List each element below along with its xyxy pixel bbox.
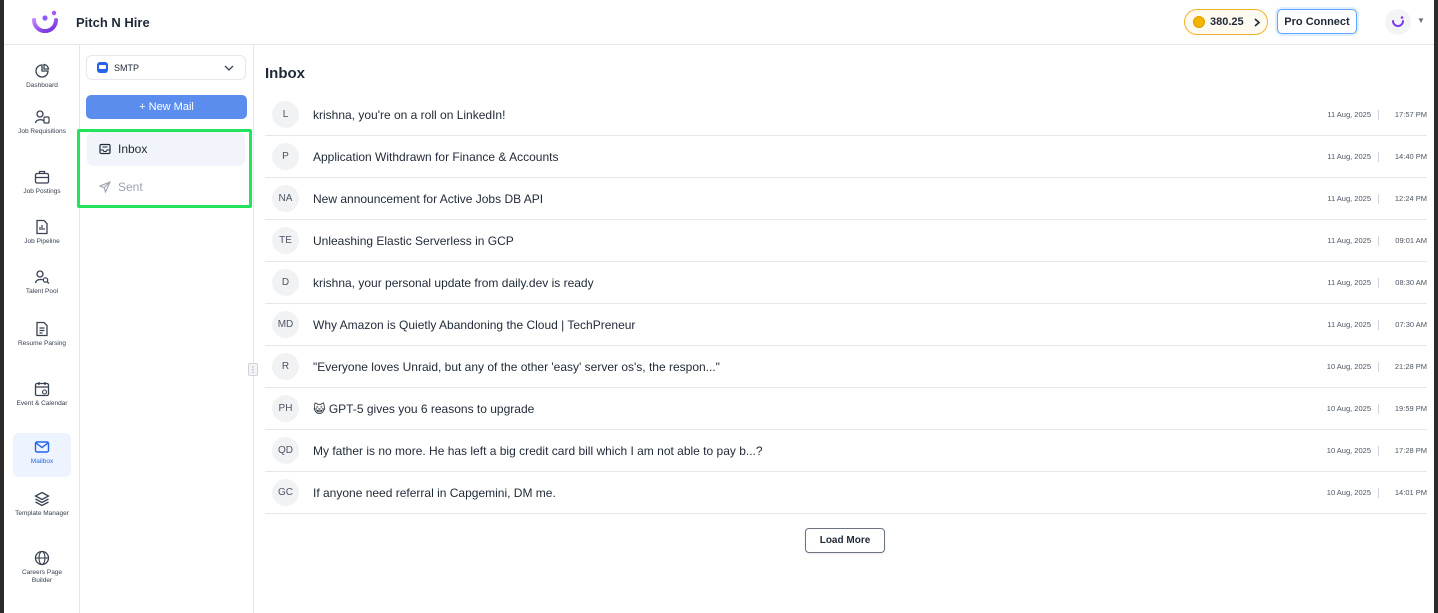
pie-chart-icon <box>35 63 50 78</box>
coins-balance-button[interactable]: 380.25 <box>1184 9 1268 35</box>
mail-date: 10 Aug, 2025 <box>1327 404 1379 414</box>
mail-subject: krishna, you're on a roll on LinkedIn! <box>313 108 506 122</box>
window-frame-right <box>1434 0 1438 613</box>
mail-subject: Unleashing Elastic Serverless in GCP <box>313 234 514 248</box>
sender-avatar: R <box>272 353 299 380</box>
mail-row[interactable]: L krishna, you're on a roll on LinkedIn!… <box>265 94 1427 136</box>
account-select[interactable]: SMTP <box>86 55 246 80</box>
nav-resume-parsing[interactable]: Resume Parsing <box>13 321 71 348</box>
pro-connect-button[interactable]: Pro Connect <box>1277 9 1357 34</box>
pipeline-icon <box>36 219 48 235</box>
page-title: Inbox <box>265 65 305 82</box>
mail-row[interactable]: TE Unleashing Elastic Serverless in GCP … <box>265 220 1427 262</box>
coins-value: 380.25 <box>1210 16 1244 28</box>
mail-subject: "Everyone loves Unraid, but any of the o… <box>313 360 720 374</box>
mail-time: 17:28 PM <box>1394 446 1427 455</box>
nav-mailbox[interactable]: Mailbox <box>13 433 71 477</box>
load-more-button[interactable]: Load More <box>805 528 885 553</box>
mail-date: 10 Aug, 2025 <box>1327 446 1379 456</box>
caret-down-icon[interactable]: ▼ <box>1417 16 1425 25</box>
document-icon <box>36 321 48 337</box>
mail-row[interactable]: NA New announcement for Active Jobs DB A… <box>265 178 1427 220</box>
mail-time: 21:28 PM <box>1394 362 1427 371</box>
nav-careers-page-builder[interactable]: Careers Page Builder <box>13 550 71 585</box>
avatar-logo-icon <box>1392 16 1404 27</box>
mail-date: 11 Aug, 2025 <box>1327 110 1379 120</box>
mail-date: 11 Aug, 2025 <box>1327 194 1379 204</box>
nav-event-calendar[interactable]: Event & Calendar <box>13 381 71 408</box>
sender-avatar: L <box>272 101 299 128</box>
mail-date: 10 Aug, 2025 <box>1327 488 1379 498</box>
mail-time: 14:01 PM <box>1394 488 1427 497</box>
mail-time: 09:01 AM <box>1395 236 1427 245</box>
briefcase-icon <box>34 170 50 184</box>
calendar-icon <box>34 382 50 397</box>
layers-icon <box>34 491 50 507</box>
account-select-value: SMTP <box>114 62 140 73</box>
globe-icon <box>34 550 50 566</box>
app-logo-icon <box>32 10 58 33</box>
sender-avatar: D <box>272 269 299 296</box>
user-doc-icon <box>34 110 50 124</box>
smtp-account-icon <box>97 62 108 73</box>
user-avatar-button[interactable] <box>1385 9 1411 35</box>
nav-talent-pool[interactable]: Talent Pool <box>13 269 71 296</box>
mail-time: 08:30 AM <box>1395 278 1427 287</box>
chevron-down-icon <box>224 65 234 71</box>
nav-template-manager[interactable]: Template Manager <box>13 491 71 518</box>
coin-icon <box>1193 16 1205 28</box>
mail-subject: Why Amazon is Quietly Abandoning the Clo… <box>313 318 636 332</box>
mail-subject: New announcement for Active Jobs DB API <box>313 192 544 206</box>
sender-avatar: P <box>272 143 299 170</box>
sender-avatar: MD <box>272 311 299 338</box>
user-search-icon <box>34 270 50 285</box>
mail-date: 10 Aug, 2025 <box>1327 362 1379 372</box>
mail-list: L krishna, you're on a roll on LinkedIn!… <box>265 94 1427 514</box>
mail-row[interactable]: MD Why Amazon is Quietly Abandoning the … <box>265 304 1427 346</box>
mail-time: 07:30 AM <box>1395 320 1427 329</box>
chevron-right-icon <box>1254 17 1260 27</box>
folder-pane: SMTP + New Mail Inbox Sent <box>77 45 254 613</box>
mail-row[interactable]: PH 😺 GPT-5 gives you 6 reasons to upgrad… <box>265 388 1427 430</box>
mail-time: 12:24 PM <box>1394 194 1427 203</box>
folder-highlight-box <box>77 129 252 208</box>
mail-date: 11 Aug, 2025 <box>1327 278 1379 288</box>
mail-date: 11 Aug, 2025 <box>1327 152 1379 162</box>
sender-avatar: TE <box>272 227 299 254</box>
nav-job-requisitions[interactable]: Job Requisitions <box>13 109 71 136</box>
app-title: Pitch N Hire <box>76 15 150 30</box>
nav-job-pipeline[interactable]: Job Pipeline <box>13 219 71 246</box>
nav-dashboard[interactable]: Dashboard <box>13 63 71 90</box>
sender-avatar: PH <box>272 395 299 422</box>
sender-avatar: NA <box>272 185 299 212</box>
mail-subject: 😺 GPT-5 gives you 6 reasons to upgrade <box>313 402 535 416</box>
mail-time: 14:40 PM <box>1394 152 1427 161</box>
mail-time: 19:59 PM <box>1394 404 1427 413</box>
nav-job-postings[interactable]: Job Postings <box>13 169 71 196</box>
mail-date: 11 Aug, 2025 <box>1327 236 1379 246</box>
mail-subject: If anyone need referral in Capgemini, DM… <box>313 486 556 500</box>
mail-row[interactable]: P Application Withdrawn for Finance & Ac… <box>265 136 1427 178</box>
mail-row[interactable]: GC If anyone need referral in Capgemini,… <box>265 472 1427 514</box>
mail-row[interactable]: D krishna, your personal update from dai… <box>265 262 1427 304</box>
mail-row[interactable]: R "Everyone loves Unraid, but any of the… <box>265 346 1427 388</box>
main-nav-rail: Dashboard Job Requisitions Job Postings … <box>4 45 80 613</box>
top-header: Pitch N Hire 380.25 Pro Connect ▼ <box>4 0 1434 45</box>
mail-subject: Application Withdrawn for Finance & Acco… <box>313 150 559 164</box>
pane-resize-handle[interactable]: ⋮ <box>248 363 258 376</box>
sender-avatar: GC <box>272 479 299 506</box>
sender-avatar: QD <box>272 437 299 464</box>
mail-row[interactable]: QD My father is no more. He has left a b… <box>265 430 1427 472</box>
mail-subject: My father is no more. He has left a big … <box>313 444 763 458</box>
new-mail-button[interactable]: + New Mail <box>86 95 247 119</box>
mail-time: 17:57 PM <box>1394 110 1427 119</box>
mail-icon <box>34 441 50 453</box>
mail-date: 11 Aug, 2025 <box>1327 320 1379 330</box>
mail-subject: krishna, your personal update from daily… <box>313 276 594 290</box>
